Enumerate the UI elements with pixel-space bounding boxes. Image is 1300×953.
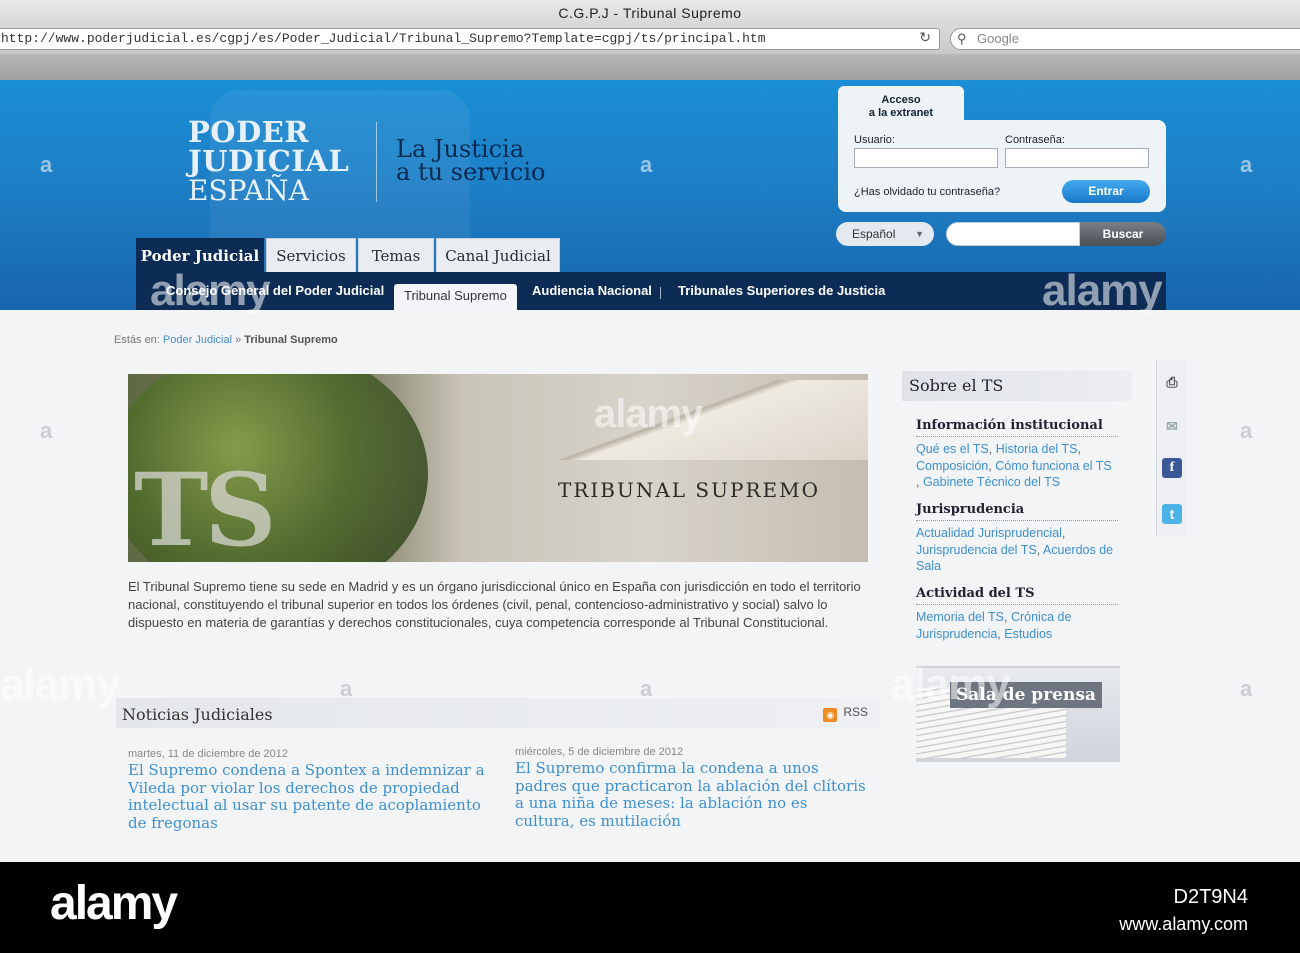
search-icon: ⚲ [957, 31, 967, 46]
tab-temas[interactable]: Temas [358, 238, 434, 274]
site-search-input[interactable] [946, 222, 1080, 246]
news-date: miércoles, 5 de diciembre de 2012 [515, 746, 684, 758]
sidebar-section-actividad: Actividad del TS Memoria del TS, Crónica… [916, 586, 1118, 642]
login-button[interactable]: Entrar [1062, 180, 1150, 203]
watermark-logo: alamy [594, 392, 703, 436]
extranet-tab-line2: a la extranet [868, 107, 934, 119]
news-item: martes, 11 de diciembre de 2012 El Supre… [128, 748, 488, 832]
watermark-mark: a [1240, 676, 1253, 701]
section-links: Memoria del TS, Crónica de Jurisprudenci… [916, 610, 1072, 641]
alamy-logo: alamy [50, 877, 178, 930]
language-select[interactable]: Español ▼ [836, 222, 934, 246]
site-logo[interactable]: PODER JUDICIAL ESPAÑA [188, 118, 349, 206]
reload-icon[interactable]: ↻ [919, 29, 931, 49]
window-title: C.G.P.J - Tribunal Supremo [0, 0, 1300, 26]
section-title: Actividad del TS [916, 586, 1118, 605]
breadcrumb-link[interactable]: Poder Judicial [163, 334, 232, 346]
subnav-tribunales-superiores[interactable]: Tribunales Superiores de Justicia [678, 272, 885, 310]
chevron-down-icon: ▼ [915, 229, 924, 239]
subnav-separator [660, 287, 661, 299]
password-label: Contraseña: [1005, 134, 1065, 146]
watermark-mark: a [40, 418, 53, 443]
link-estudios[interactable]: Estudios [1004, 627, 1052, 641]
watermark-mark: a [1240, 152, 1253, 177]
language-value: Español [852, 227, 896, 241]
subnav-tribunal-supremo[interactable]: Tribunal Supremo [394, 284, 517, 310]
news-headline-link[interactable]: El Supremo condena a Spontex a indemniza… [128, 761, 488, 832]
password-input[interactable] [1005, 148, 1149, 168]
username-label: Usuario: [854, 134, 895, 146]
section-links: Qué es el TS, Historia del TS, Composici… [916, 442, 1112, 489]
news-item: miércoles, 5 de diciembre de 2012 El Sup… [515, 746, 871, 830]
watermark-mark: a [640, 676, 653, 701]
section-title: Información institucional [916, 418, 1118, 437]
link-memoria-del-ts[interactable]: Memoria del TS [916, 610, 1004, 624]
logo-line3: ESPAÑA [188, 174, 309, 207]
twitter-icon[interactable]: t [1162, 504, 1182, 524]
breadcrumb-prefix: Estás en: [114, 334, 160, 346]
subnav-audiencia-nacional[interactable]: Audiencia Nacional [532, 272, 652, 310]
link-como-funciona[interactable]: Cómo funciona el TS [995, 459, 1112, 473]
news-title: Noticias Judiciales [122, 705, 273, 724]
section-title: Jurisprudencia [916, 502, 1118, 521]
sub-nav: Consejo General del Poder Judicial Tribu… [136, 272, 1166, 310]
tab-servicios[interactable]: Servicios [266, 238, 356, 274]
browser-toolbar [0, 54, 1300, 80]
link-historia-del-ts[interactable]: Historia del TS [996, 442, 1078, 456]
building-inscription: TRIBUNAL SUPREMO [558, 478, 820, 502]
breadcrumb-current: Tribunal Supremo [244, 334, 338, 346]
news-headline-link[interactable]: El Supremo confirma la condena a unos pa… [515, 759, 871, 830]
watermark-mark: a [640, 152, 653, 177]
watermark-mark: a [340, 676, 353, 701]
forgot-password-link[interactable]: ¿Has olvidado tu contraseña? [854, 186, 1000, 198]
ts-overlay: TS [134, 451, 277, 562]
section-links: Actualidad Jurisprudencial, Jurisprudenc… [916, 526, 1114, 573]
extranet-tab-line1: Acceso [881, 94, 921, 106]
link-que-es-el-ts[interactable]: Qué es el TS [916, 442, 989, 456]
sidebar-section-institucional: Información institucional Qué es el TS, … [916, 418, 1118, 491]
print-icon[interactable]: ⎙ [1162, 372, 1182, 392]
stock-photo-footer: alamy D2T9N4 www.alamy.com [0, 862, 1300, 953]
watermark-mark: a [1240, 418, 1253, 443]
logo-line1: PODER [188, 115, 309, 149]
url-field[interactable]: http://www.poderjudicial.es/cgpj/es/Pode… [0, 28, 940, 50]
news-date: martes, 11 de diciembre de 2012 [128, 748, 288, 760]
intro-text: El Tribunal Supremo tiene su sede en Mad… [128, 579, 861, 630]
tab-canal-judicial[interactable]: Canal Judicial [436, 238, 560, 274]
sidebar-title: Sobre el TS [902, 371, 1132, 401]
rss-label: RSS [843, 705, 868, 719]
share-bar: ⎙ ✉ f t [1156, 360, 1186, 536]
url-text: http://www.poderjudicial.es/cgpj/es/Pode… [1, 31, 766, 46]
facebook-icon[interactable]: f [1162, 458, 1182, 478]
watermark-logo: alamy [150, 266, 271, 315]
image-id: D2T9N4 [1173, 886, 1248, 908]
link-gabinete-tecnico[interactable]: Gabinete Técnico del TS [923, 475, 1060, 489]
tagline: La Justicia a tu servicio [396, 137, 546, 186]
logo-divider [376, 122, 377, 202]
search-button[interactable]: Buscar [1080, 222, 1166, 246]
watermark-logo: alamy [1042, 266, 1163, 315]
email-icon[interactable]: ✉ [1162, 416, 1182, 436]
browser-search-field[interactable]: ⚲ Google [950, 28, 1300, 50]
breadcrumb: Estás en: Poder Judicial » Tribunal Supr… [114, 334, 338, 346]
rss-icon: ◉ [823, 708, 838, 722]
hero-image: TRIBUNAL SUPREMO TS [128, 374, 868, 562]
link-actualidad-jurisprudencial[interactable]: Actualidad Jurisprudencial [916, 526, 1062, 540]
sidebar-section-jurisprudencia: Jurisprudencia Actualidad Jurisprudencia… [916, 502, 1118, 575]
watermark-logo: alamy [890, 660, 1011, 709]
breadcrumb-separator: » [235, 334, 242, 346]
logo-line2: JUDICIAL [188, 144, 350, 178]
address-bar-row: http://www.poderjudicial.es/cgpj/es/Pode… [0, 26, 1300, 54]
browser-search-placeholder: Google [977, 31, 1019, 46]
watermark-logo: alamy [0, 660, 121, 709]
username-input[interactable] [854, 148, 998, 168]
login-box: Usuario: Contraseña: ¿Has olvidado tu co… [838, 120, 1166, 212]
alamy-url: www.alamy.com [1119, 914, 1248, 934]
link-jurisprudencia-del-ts[interactable]: Jurisprudencia del TS [916, 543, 1037, 557]
tagline-line2: a tu servicio [396, 158, 546, 186]
news-header: Noticias Judiciales ◉ RSS [116, 698, 880, 728]
link-composicion[interactable]: Composición [916, 459, 988, 473]
watermark-mark: a [40, 152, 53, 177]
rss-link[interactable]: ◉ RSS [823, 705, 868, 722]
